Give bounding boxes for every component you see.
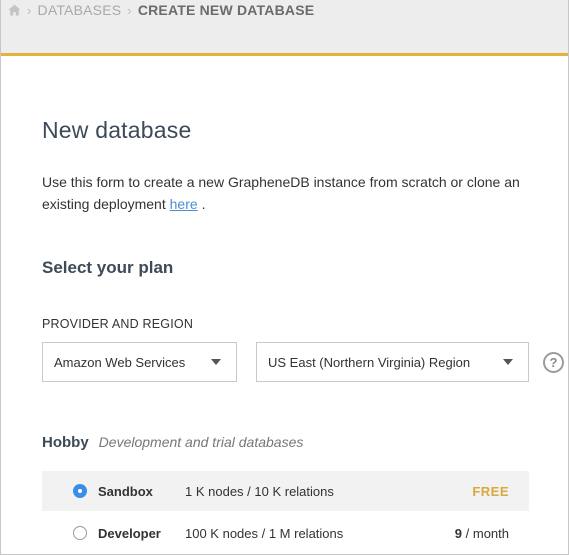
- plan-spec: 1 K nodes / 10 K relations: [185, 483, 334, 499]
- chevron-right-icon: ›: [127, 2, 132, 18]
- provider-value: Amazon Web Services: [54, 354, 186, 370]
- radio-unselected[interactable]: [73, 526, 87, 540]
- intro-text: Use this form to create a new GrapheneDB…: [42, 171, 522, 215]
- plan-price: FREE: [472, 483, 509, 499]
- price-unit: / month: [462, 525, 509, 541]
- top-bar: › DATABASES › CREATE NEW DATABASE: [1, 0, 568, 56]
- home-icon[interactable]: [7, 3, 21, 17]
- chevron-down-icon: [503, 359, 513, 365]
- plan-name: Sandbox: [98, 483, 153, 499]
- app-frame: › DATABASES › CREATE NEW DATABASE New da…: [0, 0, 569, 555]
- help-icon[interactable]: ?: [543, 352, 564, 373]
- region-value: US East (Northern Virginia) Region: [268, 354, 471, 370]
- plan-row-sandbox[interactable]: Sandbox 1 K nodes / 10 K relations FREE: [42, 471, 529, 511]
- intro-period: .: [201, 196, 206, 212]
- plan-spec: 100 K nodes / 1 M relations: [185, 525, 344, 541]
- page-title: New database: [42, 117, 192, 143]
- breadcrumb-databases[interactable]: DATABASES: [38, 2, 122, 18]
- price-amount: 9: [454, 525, 463, 541]
- plan-section-title: Select your plan: [42, 258, 174, 277]
- provider-region-label: PROVIDER AND REGION: [42, 317, 194, 331]
- tier-heading: Hobby Development and trial databases: [42, 434, 303, 451]
- region-select[interactable]: US East (Northern Virginia) Region: [256, 342, 529, 382]
- breadcrumb: › DATABASES › CREATE NEW DATABASE: [7, 1, 314, 19]
- radio-selected[interactable]: [73, 484, 87, 498]
- plan-name: Developer: [98, 525, 161, 541]
- plan-price: 9 / month: [455, 526, 509, 541]
- tier-name: Hobby: [42, 434, 89, 451]
- chevron-right-icon: ›: [27, 2, 32, 18]
- clone-link[interactable]: here: [170, 196, 198, 212]
- intro-sentence: Use this form to create a new GrapheneDB…: [42, 174, 520, 212]
- chevron-down-icon: [211, 359, 221, 365]
- tier-description: Development and trial databases: [98, 434, 304, 450]
- provider-select[interactable]: Amazon Web Services: [42, 342, 237, 382]
- breadcrumb-current: CREATE NEW DATABASE: [137, 2, 315, 18]
- plan-row-developer[interactable]: Developer 100 K nodes / 1 M relations 9 …: [42, 513, 529, 553]
